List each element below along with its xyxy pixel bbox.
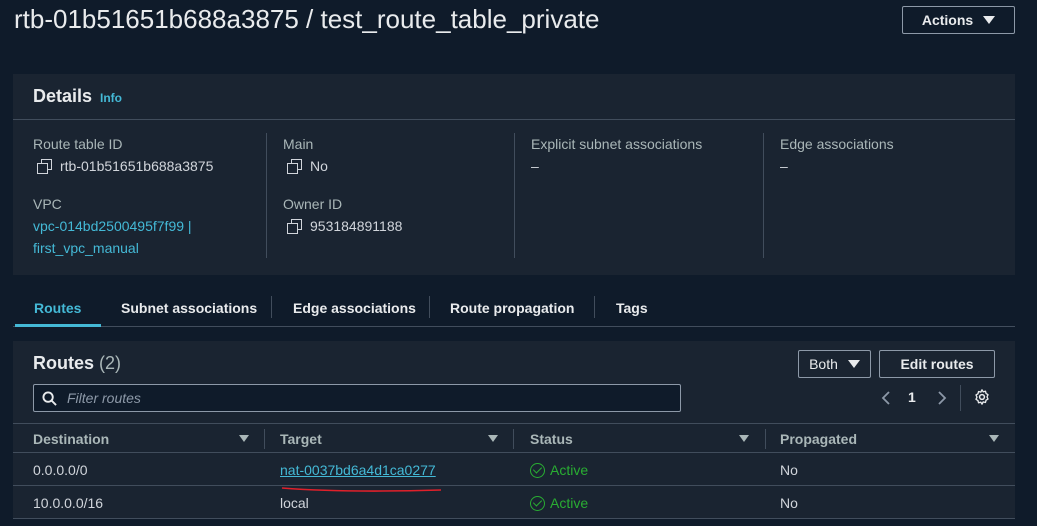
- cell-status: Active: [530, 454, 588, 486]
- column-divider: [513, 429, 514, 449]
- routes-count: (2): [99, 353, 122, 373]
- info-link[interactable]: Info: [100, 91, 122, 105]
- route-table-id-label: Route table ID: [33, 136, 123, 152]
- column-header-destination[interactable]: Destination: [33, 424, 109, 453]
- tab-divider: [271, 296, 272, 318]
- column-header-target[interactable]: Target: [280, 424, 322, 453]
- actions-label: Actions: [921, 12, 974, 28]
- pager-divider: [960, 385, 961, 411]
- tabs-bar: Routes Subnet associations Edge associat…: [13, 288, 1015, 327]
- route-filter-select[interactable]: Both: [798, 350, 871, 378]
- main-label: Main: [283, 136, 314, 152]
- main-value: No: [310, 158, 328, 174]
- sort-caret-icon[interactable]: [488, 435, 498, 442]
- owner-id-label: Owner ID: [283, 196, 343, 212]
- cell-propagated: No: [780, 495, 798, 511]
- copy-icon[interactable]: [37, 159, 52, 174]
- active-tab-indicator: [15, 324, 101, 327]
- tab-divider: [429, 296, 430, 318]
- explicit-subnet-value: –: [531, 158, 539, 174]
- cell-destination: 10.0.0.0/16: [33, 495, 104, 511]
- tab-subnet-associations[interactable]: Subnet associations: [121, 288, 257, 327]
- owner-id: 953184891188: [310, 218, 403, 234]
- caret-down-icon: [983, 16, 996, 24]
- edge-associations-label: Edge associations: [780, 136, 894, 152]
- sort-caret-icon[interactable]: [989, 435, 999, 442]
- vpc-label: VPC: [33, 196, 62, 212]
- page-title: rtb-01b51651b688a3875 / test_route_table…: [14, 4, 600, 34]
- cell-propagated: No: [780, 462, 798, 478]
- details-title: Details: [33, 86, 93, 106]
- tab-tags[interactable]: Tags: [616, 288, 648, 327]
- details-header: Details Info: [13, 74, 1015, 120]
- cell-destination: 0.0.0.0/0: [33, 462, 88, 478]
- sort-caret-icon[interactable]: [739, 435, 749, 442]
- table-row: 10.0.0.0/16 local Active No: [13, 487, 1015, 519]
- gear-icon[interactable]: [973, 388, 991, 406]
- route-table-id-value: rtb-01b51651b688a3875: [37, 158, 213, 174]
- route-table-id: rtb-01b51651b688a3875: [60, 158, 214, 174]
- edit-routes-button[interactable]: Edit routes: [879, 350, 995, 378]
- owner-id-row: 953184891188: [287, 218, 402, 234]
- caret-down-icon: [847, 360, 860, 368]
- column-divider: [765, 429, 766, 449]
- explicit-subnet-label: Explicit subnet associations: [531, 136, 703, 152]
- main-value-row: No: [287, 158, 328, 174]
- vpc-name-link[interactable]: first_vpc_manual: [33, 240, 139, 256]
- status-ok-icon: [530, 495, 545, 511]
- filter-routes-input[interactable]: [67, 390, 667, 406]
- cell-target-link[interactable]: nat-0037bd6a4d1ca0277: [280, 454, 436, 486]
- search-icon: [42, 390, 57, 406]
- column-divider: [514, 133, 515, 258]
- tab-edge-associations[interactable]: Edge associations: [293, 288, 416, 327]
- routes-title: Routes: [33, 353, 95, 373]
- tab-routes[interactable]: Routes: [34, 288, 81, 327]
- status-ok-icon: [530, 462, 545, 478]
- edge-associations-value: –: [780, 158, 788, 174]
- red-underline-annotation: [281, 487, 442, 492]
- column-divider: [266, 133, 267, 258]
- routes-panel: Routes (2) Both Edit routes 1 Destinatio…: [13, 341, 1015, 519]
- actions-button[interactable]: Actions: [902, 6, 1015, 34]
- column-divider: [763, 133, 764, 258]
- page-number[interactable]: 1: [908, 389, 916, 405]
- sort-caret-icon[interactable]: [239, 435, 249, 442]
- column-header-propagated[interactable]: Propagated: [780, 424, 857, 453]
- copy-icon[interactable]: [287, 159, 302, 174]
- route-filter-value: Both: [809, 356, 838, 372]
- cell-status: Active: [530, 487, 588, 519]
- column-header-status[interactable]: Status: [530, 424, 573, 453]
- column-divider: [264, 429, 265, 449]
- vpc-link[interactable]: vpc-014bd2500495f7f99 |: [33, 218, 192, 234]
- chevron-left-icon[interactable]: [879, 389, 893, 407]
- tab-route-propagation[interactable]: Route propagation: [450, 288, 574, 327]
- tab-divider: [594, 296, 595, 318]
- status-label: Active: [550, 495, 589, 511]
- table-row: 0.0.0.0/0 nat-0037bd6a4d1ca0277 Active N…: [13, 454, 1015, 486]
- filter-routes-box[interactable]: [33, 384, 681, 412]
- status-label: Active: [550, 462, 589, 478]
- routes-table-header: Destination Target Status Propagated: [13, 423, 1015, 453]
- copy-icon[interactable]: [287, 219, 302, 234]
- chevron-right-icon[interactable]: [935, 389, 949, 407]
- details-panel: Details Info Route table ID rtb-01b51651…: [13, 74, 1015, 275]
- routes-heading: Routes (2): [33, 353, 121, 374]
